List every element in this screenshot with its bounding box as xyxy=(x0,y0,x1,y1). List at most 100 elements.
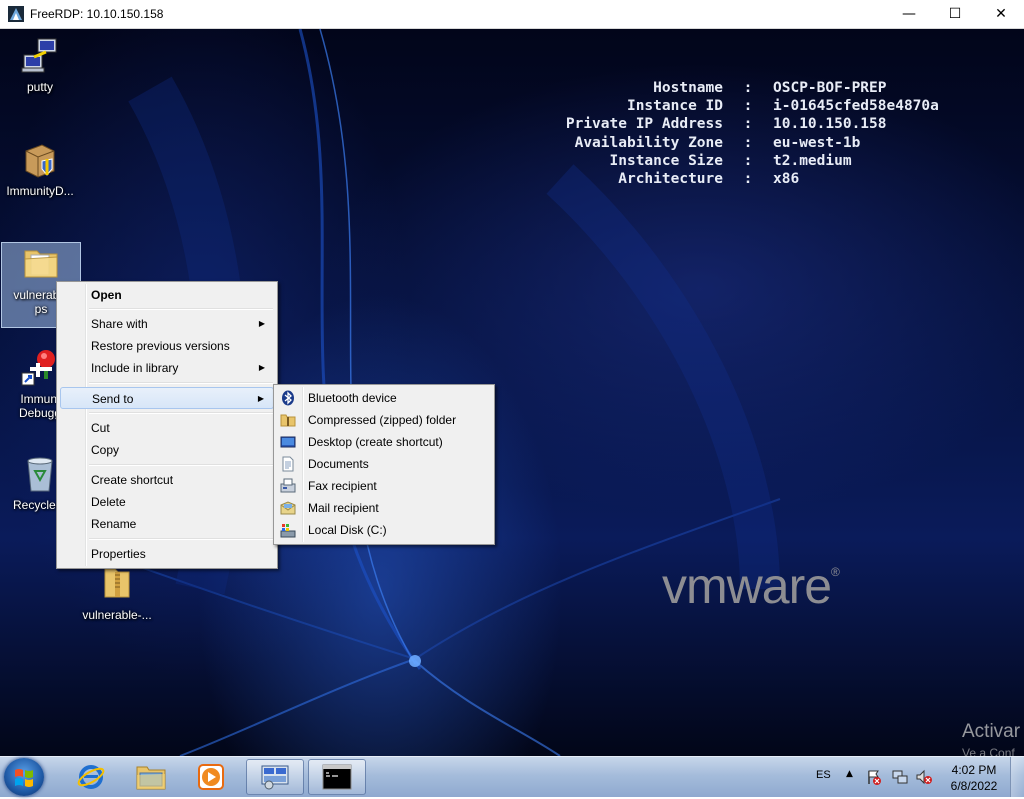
network-icon[interactable] xyxy=(892,769,908,785)
desktop-icon-label: ImmunityD... xyxy=(6,184,74,198)
sysinfo-key: Instance Size xyxy=(609,152,724,169)
close-button[interactable]: ✕ xyxy=(978,0,1024,28)
sysinfo-value: 10.10.150.158 xyxy=(773,116,887,133)
rdp-title-bar: FreeRDP: 10.10.150.158 — ☐ ✕ xyxy=(0,0,1024,29)
send-to-submenu: Bluetooth device Compressed (zipped) fol… xyxy=(273,384,495,545)
desktop-icon-putty[interactable]: putty xyxy=(1,35,79,94)
menu-item-copy[interactable]: Copy xyxy=(60,439,274,461)
sysinfo-value: eu-west-1b xyxy=(773,134,861,151)
menu-item-label: Delete xyxy=(91,495,126,509)
sysinfo-key: Private IP Address xyxy=(565,116,723,133)
taskbar: ES ▲ 4:02 PM 6/8/2022 xyxy=(0,756,1024,797)
server-manager-icon xyxy=(261,765,289,790)
clock-date: 6/8/2022 xyxy=(950,779,998,793)
desktop-icon-vulnerable-zip[interactable]: vulnerable-... xyxy=(78,563,156,622)
document-icon xyxy=(282,456,294,472)
sysinfo-sep: : xyxy=(743,152,753,169)
zip-folder-icon xyxy=(280,414,296,427)
taskbar-internet-explorer[interactable] xyxy=(62,759,120,795)
submenu-arrow-icon: ▶ xyxy=(258,363,265,372)
taskbar-server-manager[interactable] xyxy=(246,759,304,795)
debugger-shortcut-icon xyxy=(21,350,55,386)
sysinfo-hostname: Hostname: OSCP-BOF-PREP xyxy=(520,79,939,97)
sysinfo-value: OSCP-BOF-PREP xyxy=(773,80,887,96)
sendto-label: Desktop (create shortcut) xyxy=(308,435,443,449)
sysinfo-key: Instance ID xyxy=(626,98,723,115)
taskbar-command-prompt[interactable] xyxy=(308,759,366,795)
sendto-compressed-folder[interactable]: Compressed (zipped) folder xyxy=(277,409,491,431)
system-clock[interactable]: 4:02 PM 6/8/2022 xyxy=(944,762,1004,794)
sendto-bluetooth-device[interactable]: Bluetooth device xyxy=(277,387,491,409)
recycle-bin-icon xyxy=(27,457,53,492)
start-button[interactable] xyxy=(4,758,44,796)
sendto-local-disk[interactable]: Local Disk (C:) xyxy=(277,519,491,541)
sendto-fax-recipient[interactable]: Fax recipient xyxy=(277,475,491,497)
volume-muted-icon[interactable] xyxy=(916,769,932,785)
menu-item-rename[interactable]: Rename xyxy=(60,513,274,535)
sysinfo-value: x86 xyxy=(773,171,800,188)
submenu-arrow-icon: ▶ xyxy=(258,319,265,328)
menu-item-restore-previous-versions[interactable]: Restore previous versions xyxy=(60,335,274,357)
sysinfo-architecture: Architecture: x86 xyxy=(520,170,939,188)
hard-disk-icon xyxy=(280,524,296,538)
sysinfo-key: Hostname xyxy=(653,80,723,96)
action-center-icon[interactable] xyxy=(866,769,882,785)
desktop-icon-label: putty xyxy=(26,80,53,94)
taskbar-windows-explorer[interactable] xyxy=(122,759,180,795)
menu-item-label: Rename xyxy=(91,517,137,531)
submenu-arrow-icon: ▶ xyxy=(257,394,264,403)
menu-item-properties[interactable]: Properties xyxy=(60,543,274,565)
window-title: FreeRDP: 10.10.150.158 xyxy=(30,7,164,21)
sysinfo-sep: : xyxy=(743,116,753,133)
maximize-button[interactable]: ☐ xyxy=(932,0,978,28)
sysinfo-sep: : xyxy=(743,171,753,188)
sendto-label: Documents xyxy=(308,457,369,471)
menu-item-label: Share with xyxy=(91,317,148,331)
menu-item-label: Send to xyxy=(92,392,134,406)
internet-explorer-icon xyxy=(77,765,105,789)
menu-item-send-to[interactable]: Send to ▶ xyxy=(60,387,274,409)
language-indicator[interactable]: ES xyxy=(816,769,831,781)
taskbar-media-player[interactable] xyxy=(182,759,240,795)
zip-folder-icon xyxy=(104,568,130,598)
sysinfo-private-ip: Private IP Address: 10.10.150.158 xyxy=(520,115,939,133)
menu-item-share-with[interactable]: Share with ▶ xyxy=(60,313,274,335)
menu-item-label: Copy xyxy=(91,443,120,457)
sendto-mail-recipient[interactable]: Mail recipient xyxy=(277,497,491,519)
desktop-icon-label: vulnerable-... xyxy=(82,608,152,622)
cmd-icon xyxy=(322,764,352,790)
instance-info-overlay: Hostname: OSCP-BOF-PREP Instance ID: i-016… xyxy=(520,79,939,188)
menu-item-label: Restore previous versions xyxy=(91,339,230,353)
sendto-label: Compressed (zipped) folder xyxy=(308,413,457,427)
sendto-documents[interactable]: Documents xyxy=(277,453,491,475)
menu-item-include-in-library[interactable]: Include in library ▶ xyxy=(60,357,274,379)
menu-separator xyxy=(89,382,273,384)
folder-icon xyxy=(136,766,166,790)
sendto-label: Local Disk (C:) xyxy=(308,523,387,537)
sysinfo-sep: : xyxy=(743,98,753,115)
sendto-label: Fax recipient xyxy=(308,479,377,493)
bluetooth-icon xyxy=(282,390,294,406)
menu-item-label: Properties xyxy=(91,547,146,561)
menu-item-open[interactable]: Open xyxy=(60,284,274,306)
menu-item-cut[interactable]: Cut xyxy=(60,417,274,439)
sysinfo-sep: : xyxy=(743,134,753,151)
menu-item-delete[interactable]: Delete xyxy=(60,491,274,513)
show-hidden-icons-button[interactable]: ▲ xyxy=(846,769,853,779)
media-player-icon xyxy=(198,764,224,790)
menu-item-label: Open xyxy=(91,288,122,302)
sysinfo-value: i-01645cfed58e4870a xyxy=(773,98,939,115)
menu-item-label: Create shortcut xyxy=(91,473,174,487)
desktop-icon-immunity-installer[interactable]: ImmunityD... xyxy=(1,139,79,198)
sendto-label: Mail recipient xyxy=(308,501,379,515)
context-menu: Open Share with ▶ Restore previous versio… xyxy=(56,281,278,569)
activation-watermark-sub: Ve a Conf xyxy=(962,746,1015,756)
windows-logo-icon xyxy=(15,769,33,787)
menu-item-create-shortcut[interactable]: Create shortcut xyxy=(60,469,274,491)
show-desktop-button[interactable] xyxy=(1010,757,1024,797)
vmware-logo: vmware® xyxy=(662,557,840,615)
installer-box-icon xyxy=(25,144,55,178)
sendto-desktop-shortcut[interactable]: Desktop (create shortcut) xyxy=(277,431,491,453)
minimize-button[interactable]: — xyxy=(886,0,932,28)
menu-item-label: Include in library xyxy=(91,361,179,375)
